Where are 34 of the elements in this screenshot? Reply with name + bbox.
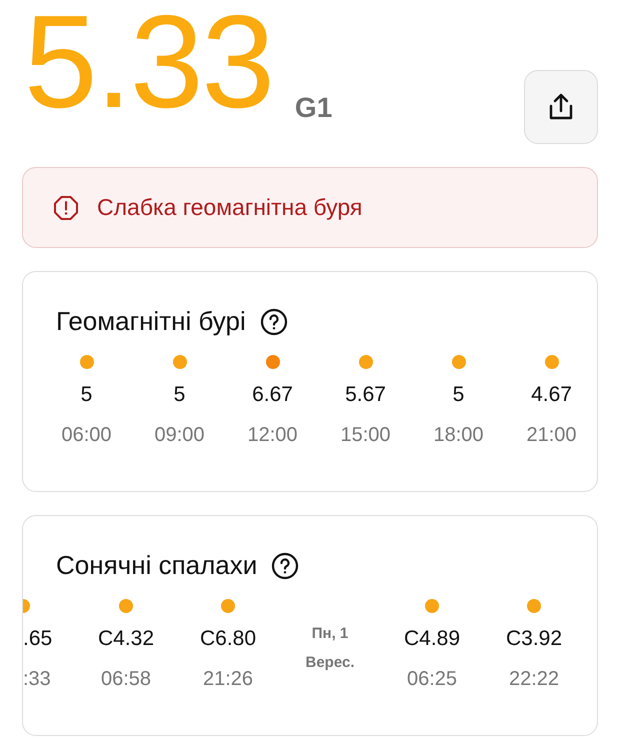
time-label: 12:00 [247,424,298,447]
kp-value: 6.67 [252,383,293,407]
flare-value: .65 [23,627,52,651]
time-label: 09:00 [154,424,205,447]
share-button[interactable] [524,70,598,144]
month-label: Верес. [306,653,354,673]
index-value: 5.33 [24,0,273,128]
card-title: Геомагнітні бурі [56,306,246,337]
kp-value: 4.67 [531,383,572,407]
kp-value: 5 [452,383,464,407]
time-label: 18:00 [433,424,484,447]
kp-value: 5.67 [345,383,386,407]
flare-value: C3.92 [506,627,562,651]
time-label: 06:00 [61,424,112,447]
flare-value: C4.89 [404,627,460,651]
help-icon[interactable] [260,308,288,336]
kp-value: 5 [174,383,186,407]
warning-icon [53,194,79,220]
kp-value: 5 [80,383,92,407]
time-label: 21:00 [526,424,577,447]
time-label: :33 [23,668,51,691]
flare-value: C4.32 [98,627,154,651]
time-label: 22:22 [508,668,560,691]
date-label: Пн, 1 [312,624,348,644]
time-label: 06:58 [100,668,152,691]
alert-text: Слабка геомагнітна буря [97,194,362,221]
time-label: 15:00 [340,424,391,447]
flare-value: C6.80 [200,627,256,651]
help-icon[interactable] [271,552,300,580]
time-label: 21:26 [202,668,254,691]
time-label: 06:25 [406,668,458,691]
share-icon [547,92,575,122]
card-title: Сонячні спалахи [56,550,258,581]
scale-label: G1 [294,92,332,124]
